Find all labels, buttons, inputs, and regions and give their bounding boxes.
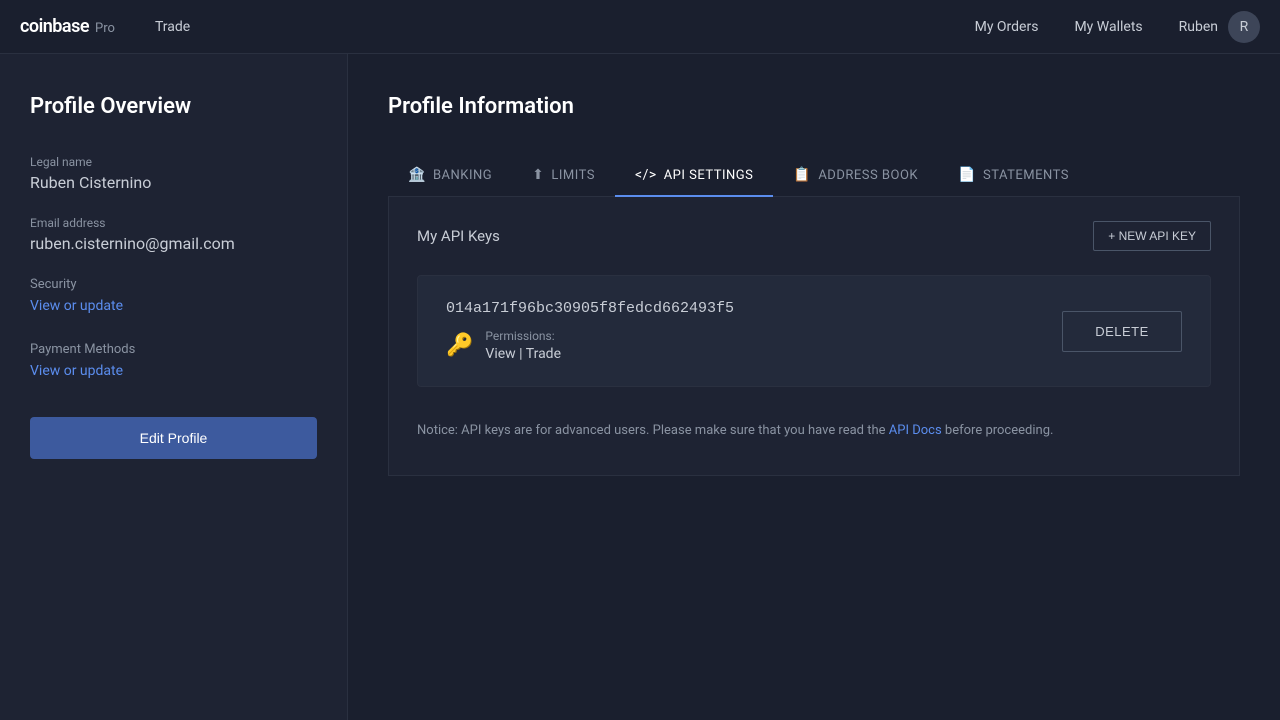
- api-section: My API Keys + NEW API KEY 014a171f96bc30…: [388, 197, 1240, 476]
- limits-icon: ⬆: [532, 167, 544, 183]
- tab-api-settings[interactable]: </> API SETTINGS: [615, 155, 773, 197]
- address-icon: 📋: [793, 167, 811, 183]
- banking-icon: 🏦: [408, 167, 426, 183]
- new-api-key-button[interactable]: + NEW API KEY: [1093, 221, 1211, 251]
- sidebar: Profile Overview Legal name Ruben Cister…: [0, 54, 348, 720]
- nav-trade-link[interactable]: Trade: [155, 19, 190, 35]
- delete-key-button[interactable]: DELETE: [1062, 311, 1182, 352]
- top-nav: coinbase Pro Trade My Orders My Wallets …: [0, 0, 1280, 54]
- tab-limits[interactable]: ⬆ LIMITS: [512, 155, 615, 197]
- tab-address-label: ADDRESS BOOK: [818, 168, 918, 183]
- notice-text-after: before proceeding.: [942, 423, 1054, 438]
- logo-pro: Pro: [95, 21, 115, 36]
- email-value: ruben.cisternino@gmail.com: [30, 234, 317, 253]
- api-icon: </>: [635, 167, 657, 183]
- key-icon: 🔑: [446, 333, 473, 358]
- tab-statements[interactable]: 📄 STATEMENTS: [938, 155, 1089, 197]
- logo: coinbase Pro: [20, 16, 115, 37]
- api-key-permissions: 🔑 Permissions: View | Trade: [446, 329, 734, 362]
- nav-my-wallets[interactable]: My Wallets: [1074, 19, 1142, 35]
- edit-profile-button[interactable]: Edit Profile: [30, 417, 317, 459]
- email-label: Email address: [30, 216, 317, 230]
- tab-api-label: API SETTINGS: [664, 168, 754, 183]
- tab-banking-label: BANKING: [433, 168, 492, 183]
- api-key-card: 014a171f96bc30905f8fedcd662493f5 🔑 Permi…: [417, 275, 1211, 387]
- tab-statements-label: STATEMENTS: [983, 168, 1069, 183]
- legal-name-label: Legal name: [30, 155, 317, 169]
- nav-right: My Orders My Wallets Ruben R: [975, 11, 1260, 43]
- api-key-value: 014a171f96bc30905f8fedcd662493f5: [446, 300, 734, 317]
- tab-limits-label: LIMITS: [551, 168, 595, 183]
- avatar-initial: R: [1240, 19, 1249, 35]
- tab-address-book[interactable]: 📋 ADDRESS BOOK: [773, 155, 938, 197]
- permissions-label: Permissions:: [485, 329, 561, 343]
- content-area: Profile Information 🏦 BANKING ⬆ LIMITS <…: [348, 54, 1280, 720]
- notice-text-before: Notice: API keys are for advanced users.…: [417, 423, 889, 438]
- permissions-value: View | Trade: [485, 346, 561, 362]
- payment-label: Payment Methods: [30, 342, 317, 357]
- permissions-group: Permissions: View | Trade: [485, 329, 561, 362]
- nav-user-name: Ruben: [1179, 19, 1218, 35]
- avatar: R: [1228, 11, 1260, 43]
- content-title: Profile Information: [388, 94, 1240, 119]
- api-section-title: My API Keys: [417, 227, 500, 245]
- nav-user[interactable]: Ruben R: [1179, 11, 1260, 43]
- legal-name-value: Ruben Cisternino: [30, 173, 317, 192]
- payment-link[interactable]: View or update: [30, 363, 317, 379]
- sidebar-title: Profile Overview: [30, 94, 317, 119]
- tabs: 🏦 BANKING ⬆ LIMITS </> API SETTINGS 📋 AD…: [388, 155, 1240, 197]
- api-key-info: 014a171f96bc30905f8fedcd662493f5 🔑 Permi…: [446, 300, 734, 362]
- statements-icon: 📄: [958, 167, 976, 183]
- logo-text: coinbase: [20, 16, 89, 37]
- api-section-header: My API Keys + NEW API KEY: [417, 221, 1211, 251]
- api-docs-link[interactable]: API Docs: [889, 423, 942, 438]
- api-notice: Notice: API keys are for advanced users.…: [417, 411, 1211, 451]
- tab-banking[interactable]: 🏦 BANKING: [388, 155, 512, 197]
- nav-my-orders[interactable]: My Orders: [975, 19, 1039, 35]
- security-link[interactable]: View or update: [30, 298, 317, 314]
- security-label: Security: [30, 277, 317, 292]
- main-layout: Profile Overview Legal name Ruben Cister…: [0, 54, 1280, 720]
